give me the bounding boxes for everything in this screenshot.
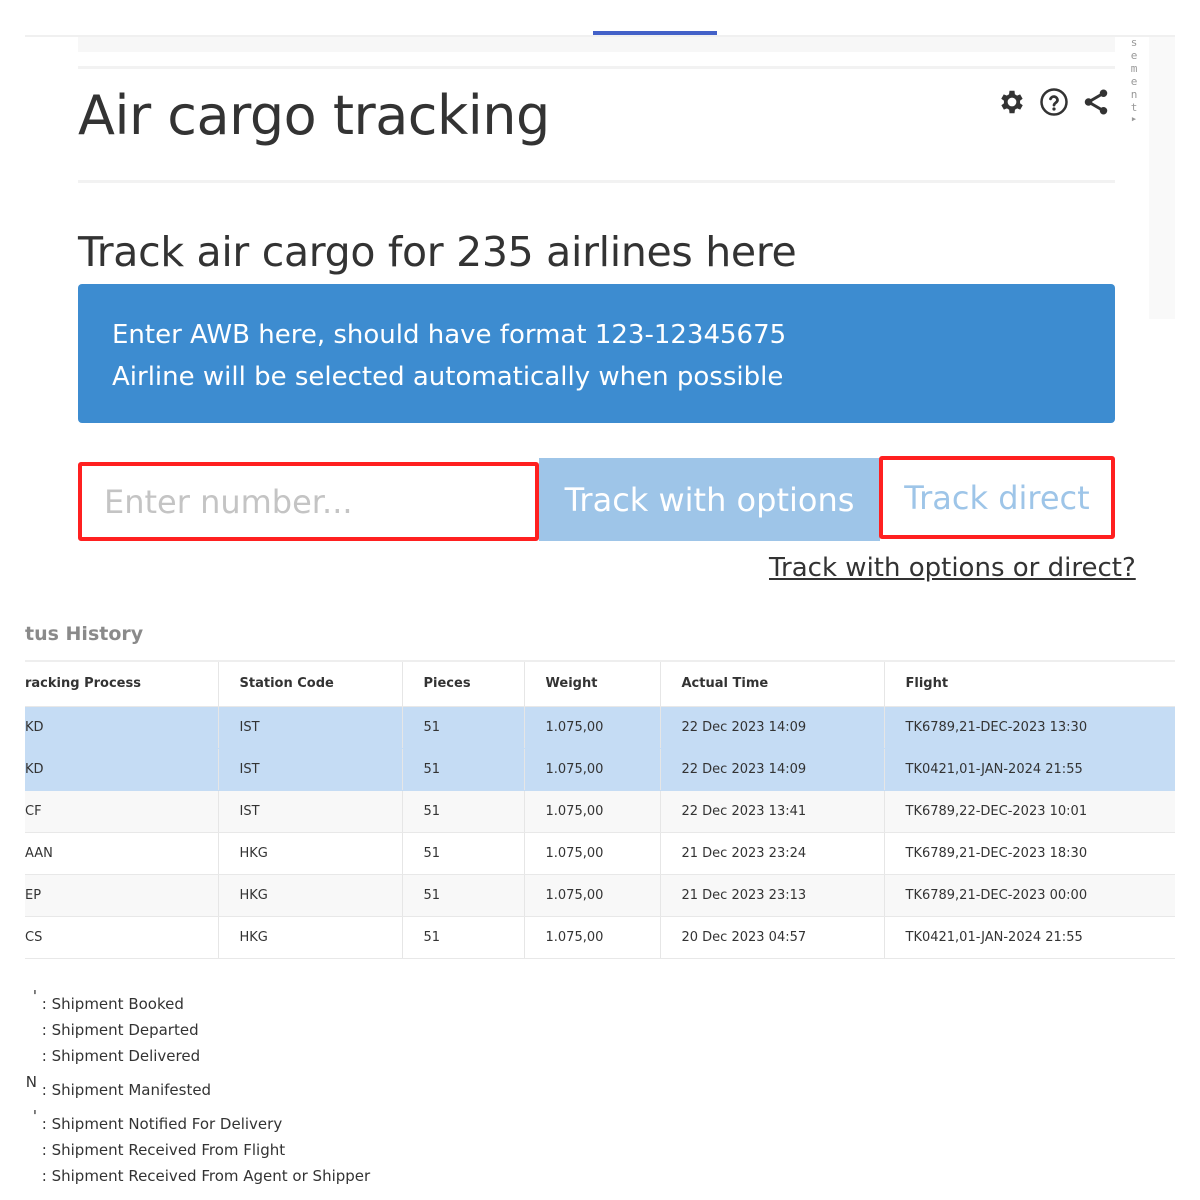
legend-description: : Shipment Received From Agent or Shippe… [41, 1167, 371, 1185]
tracking-form: Track with options Track direct [78, 456, 1115, 541]
cell-flight: TK6789,21-DEC-2023 13:30 [884, 706, 1175, 749]
info-line-airline: Airline will be selected automatically w… [112, 362, 784, 392]
legend-item: N : Shipment Manifested [25, 1069, 370, 1103]
legend-item: : Shipment Delivered [25, 1043, 370, 1069]
cell-tracking-process: EP [25, 874, 219, 917]
legend-item: : Shipment Received From Agent or Shippe… [25, 1163, 370, 1189]
cell-actual-time: 22 Dec 2023 13:41 [660, 790, 885, 833]
cell-station-code: HKG [218, 874, 403, 917]
status-history-heading: tus History [25, 623, 144, 645]
column-header-actual-time: Actual Time [660, 662, 885, 707]
cell-weight: 1.075,00 [524, 790, 661, 833]
cell-tracking-process: KD [25, 748, 219, 791]
active-tab-indicator [593, 31, 717, 35]
column-header-flight: Flight [884, 662, 1175, 707]
cell-weight: 1.075,00 [524, 748, 661, 791]
cell-weight: 1.075,00 [524, 874, 661, 917]
cell-pieces: 51 [402, 706, 525, 749]
help-circle-icon[interactable] [1038, 86, 1070, 118]
legend-description: : Shipment Received From Flight [41, 1141, 286, 1159]
column-header-station-code: Station Code [218, 662, 403, 707]
table-row[interactable]: KD IST 51 1.075,00 22 Dec 2023 14:09 TK0421,0… [25, 748, 1175, 791]
cell-pieces: 51 [402, 874, 525, 917]
cell-actual-time: 20 Dec 2023 04:57 [660, 916, 885, 959]
cell-flight: TK0421,01-JAN-2024 21:55 [884, 748, 1175, 791]
legend-description: : Shipment Delivered [41, 1047, 201, 1065]
cell-station-code: IST [218, 706, 403, 749]
vertical-label-text: sement [1130, 36, 1138, 114]
table-row[interactable]: EP HKG 51 1.075,00 21 Dec 2023 23:13 TK6789,2… [25, 874, 1175, 917]
cell-station-code: IST [218, 748, 403, 791]
cell-pieces: 51 [402, 832, 525, 875]
cell-actual-time: 21 Dec 2023 23:24 [660, 832, 885, 875]
cell-flight: TK6789,21-DEC-2023 00:00 [884, 874, 1175, 917]
legend-item: ' : Shipment Booked [25, 983, 370, 1017]
legend-description: : Shipment Booked [41, 995, 184, 1013]
legend-description: : Shipment Manifested [41, 1081, 212, 1099]
legend-code: ' [32, 987, 37, 1005]
cell-actual-time: 22 Dec 2023 14:09 [660, 748, 885, 791]
cell-station-code: IST [218, 790, 403, 833]
title-divider-top [78, 66, 1115, 69]
cell-flight: TK6789,22-DEC-2023 10:01 [884, 790, 1175, 833]
legend-item: ' : Shipment Notified For Delivery [25, 1103, 370, 1137]
vertical-advert-label: sement ▶ [1128, 36, 1140, 124]
play-triangle-icon: ▶ [1131, 115, 1137, 123]
tracking-subheading: Track air cargo for 235 airlines here [78, 228, 797, 276]
cell-flight: TK0421,01-JAN-2024 21:55 [884, 916, 1175, 959]
cell-station-code: HKG [218, 832, 403, 875]
column-header-tracking-process: racking Process [25, 662, 219, 707]
gear-icon[interactable] [996, 86, 1028, 118]
page-title: Air cargo tracking [78, 84, 550, 147]
legend-code: N [25, 1073, 37, 1091]
cell-actual-time: 22 Dec 2023 14:09 [660, 706, 885, 749]
track-direct-button[interactable]: Track direct [879, 456, 1115, 539]
legend-description: : Shipment Departed [41, 1021, 199, 1039]
title-divider-bottom [78, 180, 1115, 183]
cell-pieces: 51 [402, 916, 525, 959]
side-panel [1149, 37, 1175, 319]
table-header-row: racking Process Station Code Pieces Weig… [25, 662, 1175, 707]
header-band [78, 37, 1115, 52]
legend-code: ' [32, 1107, 37, 1125]
legend-item: : Shipment Received From Flight [25, 1137, 370, 1163]
cell-tracking-process: CS [25, 916, 219, 959]
table-row[interactable]: CF IST 51 1.075,00 22 Dec 2023 13:41 TK6789,2… [25, 790, 1175, 833]
column-header-weight: Weight [524, 662, 661, 707]
cell-tracking-process: AAN [25, 832, 219, 875]
cell-weight: 1.075,00 [524, 706, 661, 749]
track-with-options-button[interactable]: Track with options [539, 458, 880, 541]
awb-info-box: Enter AWB here, should have format 123-1… [78, 284, 1115, 423]
cell-weight: 1.075,00 [524, 916, 661, 959]
track-options-help-link[interactable]: Track with options or direct? [769, 553, 1136, 583]
table-row[interactable]: AAN HKG 51 1.075,00 21 Dec 2023 23:24 TK6789,… [25, 832, 1175, 875]
legend-item: : Shipment Departed [25, 1017, 370, 1043]
toolbar [996, 86, 1112, 118]
table-row[interactable]: CS HKG 51 1.075,00 20 Dec 2023 04:57 TK0421,0… [25, 916, 1175, 959]
cell-station-code: HKG [218, 916, 403, 959]
cell-actual-time: 21 Dec 2023 23:13 [660, 874, 885, 917]
status-history-table: racking Process Station Code Pieces Weig… [25, 660, 1175, 959]
legend-description: : Shipment Notified For Delivery [41, 1115, 283, 1133]
cell-pieces: 51 [402, 790, 525, 833]
cell-weight: 1.075,00 [524, 832, 661, 875]
share-icon[interactable] [1080, 86, 1112, 118]
column-header-pieces: Pieces [402, 662, 525, 707]
cell-tracking-process: KD [25, 706, 219, 749]
status-code-legend: ' : Shipment Booked : Shipment Departed … [25, 983, 370, 1189]
info-line-format: Enter AWB here, should have format 123-1… [112, 320, 787, 350]
awb-number-input[interactable] [78, 462, 539, 541]
cell-pieces: 51 [402, 748, 525, 791]
table-row[interactable]: KD IST 51 1.075,00 22 Dec 2023 14:09 TK6789,2… [25, 706, 1175, 749]
cell-flight: TK6789,21-DEC-2023 18:30 [884, 832, 1175, 875]
cell-tracking-process: CF [25, 790, 219, 833]
